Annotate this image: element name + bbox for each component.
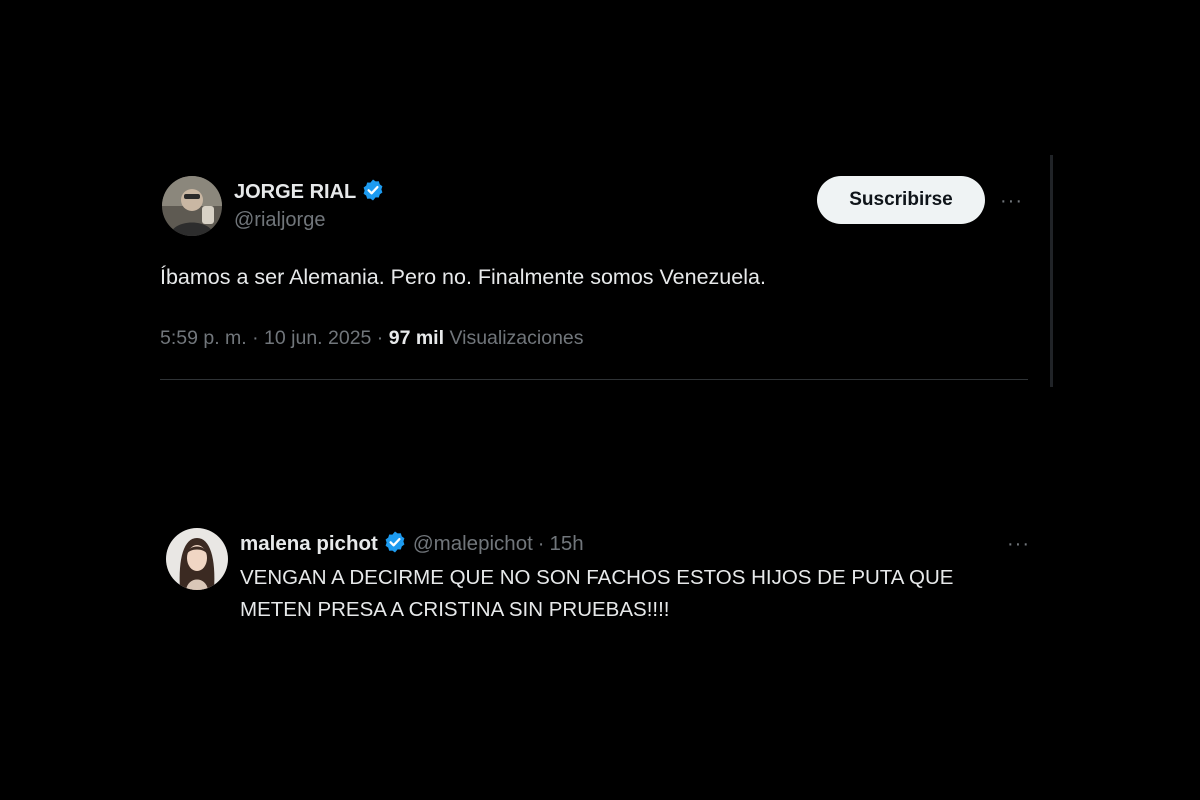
separator-dot: · xyxy=(537,532,545,555)
more-options-icon[interactable]: ··· xyxy=(1000,191,1023,211)
avatar-jorge-rial[interactable] xyxy=(162,176,222,236)
more-options-icon[interactable]: ··· xyxy=(1007,534,1030,554)
author-display-name[interactable]: JORGE RIAL xyxy=(234,181,356,204)
tweet-timestamp[interactable]: 5:59 p. m. · 10 jun. 2025 · xyxy=(160,327,383,349)
avatar-malena-pichot[interactable] xyxy=(166,528,228,590)
reply-display-name[interactable]: malena pichot xyxy=(240,532,378,556)
tweet-text: Íbamos a ser Alemania. Pero no. Finalmen… xyxy=(160,265,766,289)
verified-badge-icon[interactable] xyxy=(383,530,407,559)
views-label: Visualizaciones xyxy=(449,327,584,349)
avatar-image xyxy=(166,528,228,590)
subscribe-button[interactable]: Suscribirse xyxy=(817,176,985,224)
author-handle[interactable]: @rialjorge xyxy=(234,209,325,232)
tweet-meta: 5:59 p. m. · 10 jun. 2025 · 97 mil Visua… xyxy=(160,327,584,350)
tweet-card: JORGE RIAL @rialjorge Suscribirse ··· Íb… xyxy=(160,155,1030,381)
views-count: 97 mil xyxy=(388,327,445,349)
scrollbar-track[interactable] xyxy=(1050,155,1053,387)
reply-time[interactable]: 15h xyxy=(549,532,583,556)
verified-badge-icon[interactable] xyxy=(361,178,385,207)
divider xyxy=(160,379,1028,380)
reply-handle[interactable]: @malepichot xyxy=(413,532,533,556)
avatar-image xyxy=(162,176,222,236)
reply-author-row: malena pichot @malepichot · 15h xyxy=(240,530,584,558)
reply-text: VENGAN A DECIRME QUE NO SON FACHOS ESTOS… xyxy=(240,566,954,621)
author-name-row: JORGE RIAL xyxy=(234,179,385,205)
